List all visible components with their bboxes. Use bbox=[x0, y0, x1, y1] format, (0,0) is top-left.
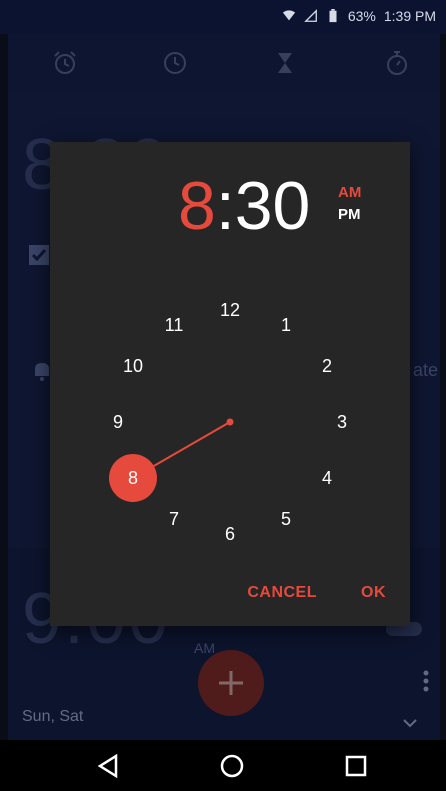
pm-option[interactable]: PM bbox=[338, 204, 361, 226]
clock-number-2[interactable]: 2 bbox=[322, 356, 332, 376]
battery-level: 63% bbox=[347, 8, 376, 24]
signal-icon bbox=[303, 9, 317, 22]
clock-number-1[interactable]: 1 bbox=[281, 315, 291, 335]
status-time: 1:39 PM bbox=[383, 8, 436, 24]
cancel-button[interactable]: CANCEL bbox=[243, 580, 321, 606]
minute-display[interactable]: 30 bbox=[235, 168, 311, 244]
clock-center bbox=[226, 418, 234, 426]
clock-number-10[interactable]: 10 bbox=[123, 356, 143, 376]
clock-hand bbox=[153, 421, 231, 467]
navigation-bar bbox=[0, 740, 446, 791]
wifi-icon bbox=[282, 10, 295, 21]
dialog-actions: CANCEL OK bbox=[243, 580, 390, 606]
clock-face[interactable]: 121234567891011 bbox=[100, 292, 360, 552]
ok-button[interactable]: OK bbox=[357, 580, 390, 606]
recents-icon[interactable] bbox=[342, 752, 370, 780]
alarm-screen: 63% 1:39 PM 8:30 ate 9:00 AM Sun, Sat 8:… bbox=[0, 0, 446, 791]
back-icon[interactable] bbox=[96, 752, 124, 780]
clock-number-12[interactable]: 12 bbox=[220, 300, 240, 320]
ampm-selector: AM PM bbox=[338, 182, 361, 226]
clock-number-4[interactable]: 4 bbox=[322, 468, 332, 488]
clock-number-7[interactable]: 7 bbox=[169, 509, 179, 529]
time-picker-dialog: 8:30 AM PM 12 1 2 3 4 5 6 7 8 9 10 11 CANCEL OK bbox=[50, 142, 410, 626]
time-separator: : bbox=[215, 168, 235, 244]
clock-number-11[interactable]: 11 bbox=[165, 315, 184, 335]
am-option[interactable]: AM bbox=[338, 182, 361, 204]
time-header: 8:30 bbox=[178, 170, 310, 250]
clock-number-3[interactable]: 3 bbox=[337, 412, 347, 432]
clock-number-5[interactable]: 5 bbox=[281, 509, 291, 529]
clock-number-6[interactable]: 6 bbox=[225, 524, 235, 544]
home-icon[interactable] bbox=[218, 752, 246, 780]
clock-number-8[interactable]: 8 bbox=[128, 468, 138, 488]
hour-display[interactable]: 8 bbox=[178, 168, 216, 244]
clock-number-9[interactable]: 9 bbox=[113, 412, 123, 432]
status-bar: 63% 1:39 PM bbox=[0, 0, 446, 34]
battery-icon bbox=[329, 9, 337, 23]
